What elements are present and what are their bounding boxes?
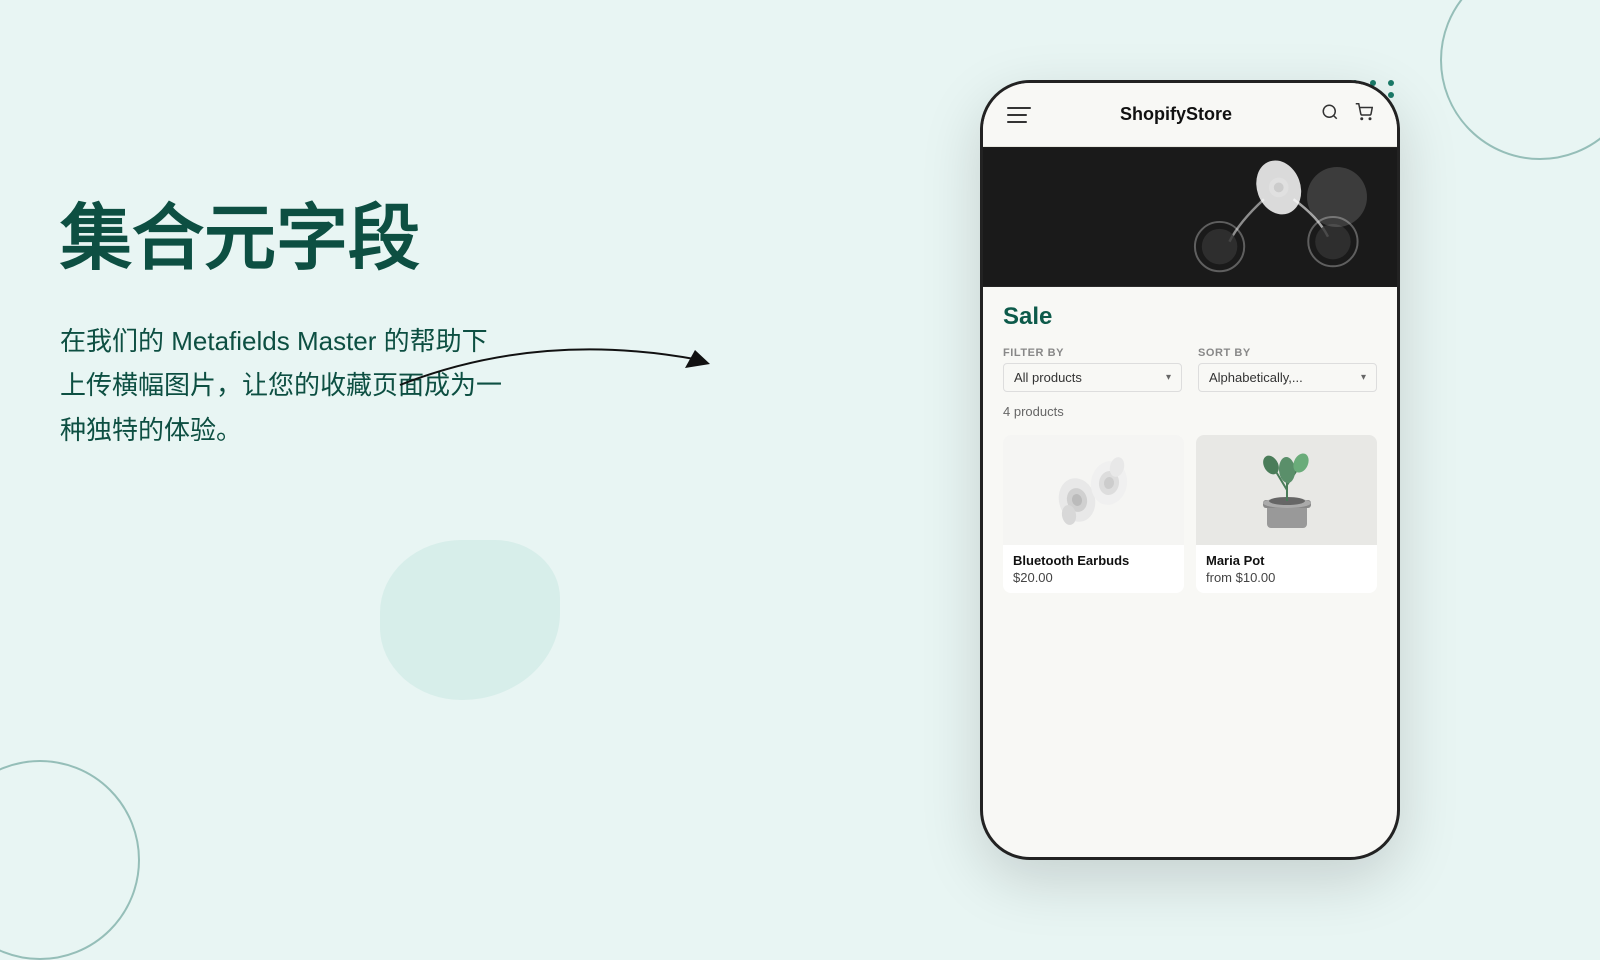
filter-group: FILTER BY All products ▾ bbox=[1003, 347, 1182, 392]
earbuds-product-image bbox=[1003, 435, 1184, 545]
filter-chevron-icon: ▾ bbox=[1166, 372, 1171, 383]
phone-inner: ShopifyStore bbox=[983, 83, 1397, 857]
collection-title: Sale bbox=[1003, 303, 1377, 331]
decorative-circle-top-right bbox=[1440, 0, 1600, 160]
plant-price: from $10.00 bbox=[1206, 570, 1367, 585]
filter-sort-row: FILTER BY All products ▾ SORT BY Alphabe… bbox=[1003, 347, 1377, 392]
products-grid: Bluetooth Earbuds $20.00 bbox=[1003, 435, 1377, 593]
decorative-circle-bottom-left bbox=[0, 760, 140, 960]
earbuds-name: Bluetooth Earbuds bbox=[1013, 553, 1174, 568]
header-icons bbox=[1321, 103, 1373, 126]
filter-select[interactable]: All products ▾ bbox=[1003, 363, 1182, 392]
search-icon[interactable] bbox=[1321, 103, 1339, 126]
phone-mockup: ShopifyStore bbox=[980, 80, 1400, 860]
filter-value: All products bbox=[1014, 370, 1082, 385]
earbuds-product-info: Bluetooth Earbuds $20.00 bbox=[1003, 545, 1184, 593]
earbuds-price: $20.00 bbox=[1013, 570, 1174, 585]
hamburger-menu-icon[interactable] bbox=[1007, 107, 1031, 123]
arrow-decoration bbox=[390, 320, 730, 400]
sort-value: Alphabetically,... bbox=[1209, 370, 1303, 385]
product-content: Sale FILTER BY All products ▾ SORT BY Al… bbox=[983, 287, 1397, 857]
decorative-blob bbox=[380, 540, 560, 700]
plant-product-info: Maria Pot from $10.00 bbox=[1196, 545, 1377, 593]
collection-banner bbox=[983, 147, 1397, 287]
sort-select[interactable]: Alphabetically,... ▾ bbox=[1198, 363, 1377, 392]
main-title: 集合元字段 bbox=[60, 200, 710, 279]
product-card-plant[interactable]: Maria Pot from $10.00 bbox=[1196, 435, 1377, 593]
phone-frame: ShopifyStore bbox=[980, 80, 1400, 860]
store-name: ShopifyStore bbox=[1120, 104, 1232, 125]
sort-group: SORT BY Alphabetically,... ▾ bbox=[1198, 347, 1377, 392]
store-header: ShopifyStore bbox=[983, 83, 1397, 147]
plant-name: Maria Pot bbox=[1206, 553, 1367, 568]
cart-icon[interactable] bbox=[1355, 103, 1373, 126]
sort-chevron-icon: ▾ bbox=[1361, 372, 1366, 383]
sort-label: SORT BY bbox=[1198, 347, 1377, 359]
product-card-earbuds[interactable]: Bluetooth Earbuds $20.00 bbox=[1003, 435, 1184, 593]
products-count: 4 products bbox=[1003, 404, 1377, 419]
filter-label: FILTER BY bbox=[1003, 347, 1182, 359]
plant-product-image bbox=[1196, 435, 1377, 545]
